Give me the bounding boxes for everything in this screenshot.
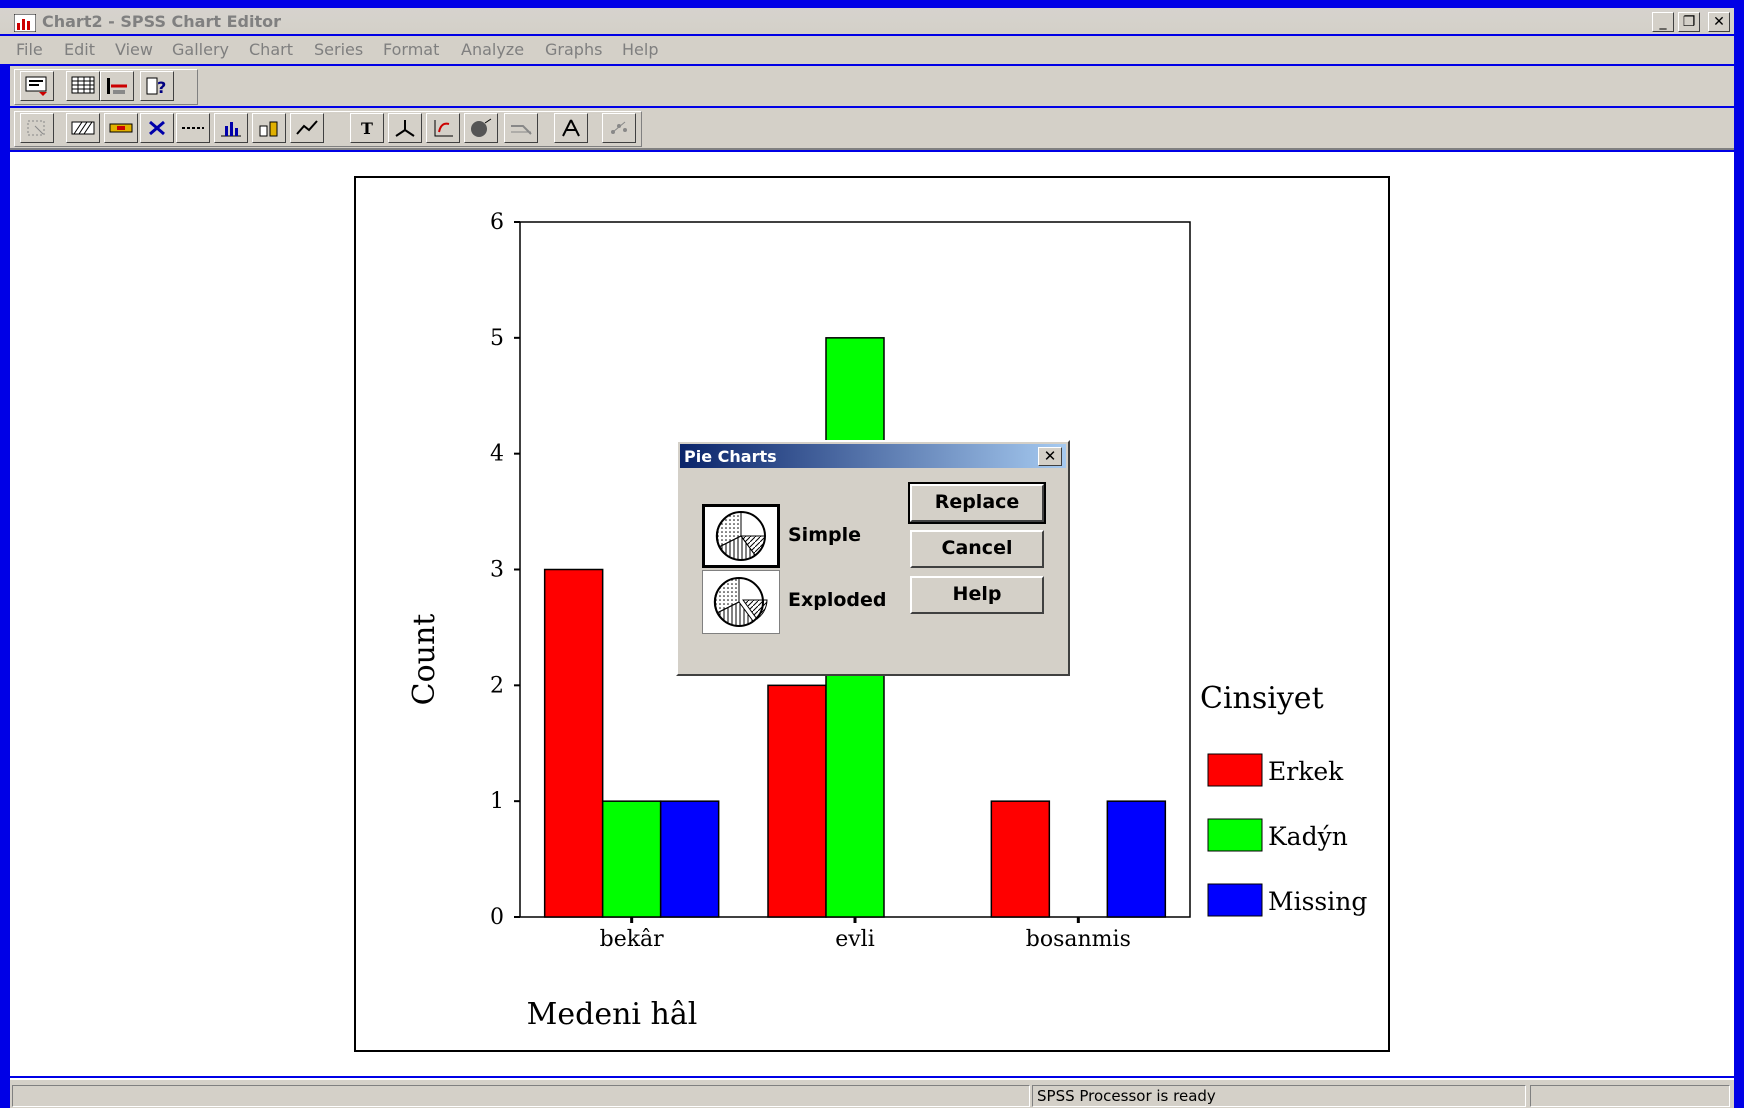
pie-charts-dialog: Pie Charts ✕ Simple Exploded Replace Can… <box>676 440 1070 676</box>
interpolation-icon[interactable] <box>290 113 324 143</box>
simple-pie-option[interactable] <box>702 504 780 568</box>
help-topics-icon[interactable]: ? <box>140 71 174 101</box>
legend-label: Missing <box>1268 887 1367 916</box>
legend-title: Cinsiyet <box>1200 681 1324 716</box>
text-icon[interactable]: T <box>350 113 384 143</box>
bar-erkek <box>767 684 827 918</box>
x-tick-label: bosanmis <box>1026 927 1131 952</box>
y-tick-label: 4 <box>490 442 504 467</box>
menu-format[interactable]: Format <box>383 40 439 59</box>
dialog-close-button[interactable]: ✕ <box>1038 447 1062 466</box>
bar-missing <box>1106 800 1167 918</box>
legend-swatch <box>1207 818 1263 852</box>
menu-series[interactable]: Series <box>314 40 363 59</box>
spin-icon[interactable] <box>554 113 588 143</box>
status-panel-right <box>1530 1085 1730 1107</box>
svg-text:?: ? <box>157 78 166 96</box>
menu-help[interactable]: Help <box>622 40 658 59</box>
bar-erkek <box>543 568 604 918</box>
bar-missing <box>659 800 720 918</box>
minimize-button[interactable]: _ <box>1652 12 1674 32</box>
legend-swatch <box>1207 753 1263 787</box>
status-bar: SPSS Processor is ready <box>10 1078 1734 1108</box>
marker-icon[interactable] <box>140 113 174 143</box>
menu-chart[interactable]: Chart <box>249 40 293 59</box>
y-tick-label: 6 <box>490 210 504 235</box>
simple-label: Simple <box>788 524 861 546</box>
bar-style-icon[interactable] <box>214 113 248 143</box>
3d-rotation-icon[interactable] <box>388 113 422 143</box>
menu-analyze[interactable]: Analyze <box>461 40 524 59</box>
help-button[interactable]: Help <box>910 576 1044 614</box>
x-tick-label: evli <box>835 927 875 952</box>
menu-file[interactable]: File <box>16 40 43 59</box>
dialog-title: Pie Charts <box>684 447 777 466</box>
simple-pie-icon <box>715 511 766 561</box>
legend-swatch <box>1207 883 1263 917</box>
y-axis-label: Count <box>407 614 442 706</box>
bar-erkek <box>990 800 1051 918</box>
chart-toolbar: T <box>10 108 1734 150</box>
chart-window-icon[interactable] <box>20 71 54 101</box>
select-icon[interactable] <box>20 113 54 143</box>
bar-kadýn <box>601 800 662 918</box>
menu-bar: File Edit View Gallery Chart Series Form… <box>0 36 1734 64</box>
y-tick-label: 0 <box>490 905 504 930</box>
y-tick-label: 5 <box>490 326 504 351</box>
exploded-pie-option[interactable] <box>702 570 780 634</box>
y-tick-label: 2 <box>490 673 504 698</box>
exploded-label: Exploded <box>788 589 887 611</box>
x-axis-label: Medeni hâl <box>527 997 698 1032</box>
menu-edit[interactable]: Edit <box>64 40 95 59</box>
dialog-title-bar[interactable]: Pie Charts ✕ <box>680 444 1066 468</box>
data-editor-icon[interactable] <box>66 71 100 101</box>
y-tick-label: 3 <box>490 558 504 583</box>
line-style-icon[interactable] <box>176 113 210 143</box>
point-id-icon[interactable] <box>602 113 636 143</box>
cancel-button[interactable]: Cancel <box>910 530 1044 568</box>
go-to-case-icon[interactable] <box>100 71 134 101</box>
close-button[interactable]: ✕ <box>1708 12 1730 32</box>
color-icon[interactable] <box>104 113 138 143</box>
bar-label-icon[interactable] <box>252 113 286 143</box>
menu-gallery[interactable]: Gallery <box>172 40 229 59</box>
explode-slice-icon[interactable] <box>464 113 498 143</box>
chart-editor-window: Chart2 - SPSS Chart Editor _ ❐ ✕ File Ed… <box>0 0 1744 1108</box>
legend-label: Kadýn <box>1268 822 1348 851</box>
y-tick-label: 1 <box>490 789 504 814</box>
title-bar[interactable]: Chart2 - SPSS Chart Editor _ ❐ ✕ <box>0 8 1734 34</box>
chart-app-icon <box>14 14 36 32</box>
restore-button[interactable]: ❐ <box>1678 12 1700 32</box>
status-text: SPSS Processor is ready <box>1032 1085 1526 1107</box>
swap-axes-icon[interactable] <box>426 113 460 143</box>
window-title: Chart2 - SPSS Chart Editor <box>42 12 281 31</box>
menu-graphs[interactable]: Graphs <box>545 40 602 59</box>
svg-text:T: T <box>361 119 373 138</box>
exploded-pie-icon <box>713 577 768 627</box>
break-line-icon[interactable] <box>504 113 538 143</box>
menu-view[interactable]: View <box>115 40 153 59</box>
fill-pattern-icon[interactable] <box>66 113 100 143</box>
replace-button[interactable]: Replace <box>908 482 1046 524</box>
legend-label: Erkek <box>1268 757 1344 786</box>
x-tick-label: bekâr <box>600 927 665 952</box>
main-toolbar: ? <box>10 66 1734 106</box>
status-panel-left <box>12 1085 1030 1107</box>
